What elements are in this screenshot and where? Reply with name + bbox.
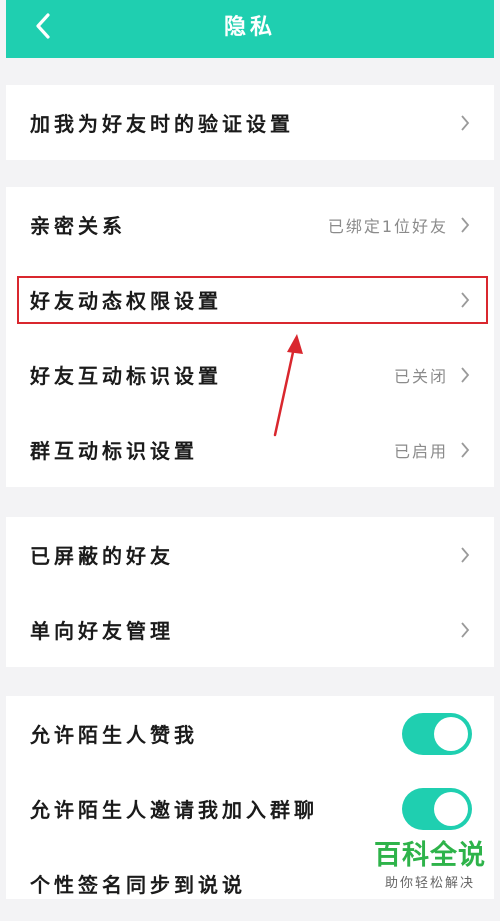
settings-group-friends: 亲密关系 已绑定1位好友 好友动态权限设置 好友互动标识设置 已关闭 群互动标识…	[6, 187, 494, 487]
row-one-way-friends[interactable]: 单向好友管理	[6, 592, 494, 667]
settings-group-blocked: 已屏蔽的好友 单向好友管理	[6, 517, 494, 667]
watermark-subtitle: 助你轻松解决	[384, 876, 475, 891]
row-allow-stranger-likes: 允许陌生人赞我	[6, 696, 494, 771]
back-button[interactable]	[28, 11, 58, 41]
watermark-logo: 百科全说 助你轻松解决	[374, 833, 486, 891]
row-friend-verification[interactable]: 加我为好友时的验证设置	[6, 85, 494, 160]
chevron-right-icon	[458, 113, 472, 133]
row-label: 个性签名同步到说说	[30, 873, 246, 897]
row-value: 已启用	[393, 441, 448, 461]
watermark-title: 百科全说	[374, 840, 486, 871]
row-label: 允许陌生人邀请我加入群聊	[30, 798, 318, 822]
row-friend-feed-permissions[interactable]: 好友动态权限设置	[6, 262, 494, 337]
row-value: 已绑定1位好友	[327, 216, 448, 236]
row-group-interaction-badge[interactable]: 群互动标识设置 已启用	[6, 412, 494, 487]
chevron-right-icon	[458, 620, 472, 640]
page-title: 隐私	[223, 15, 276, 40]
row-value: 已关闭	[393, 366, 448, 386]
chevron-left-icon	[36, 13, 50, 39]
row-blocked-friends[interactable]: 已屏蔽的好友	[6, 517, 494, 592]
row-label: 亲密关系	[30, 214, 126, 238]
row-intimate-relationship[interactable]: 亲密关系 已绑定1位好友	[6, 187, 494, 262]
row-label: 允许陌生人赞我	[30, 723, 198, 747]
row-label: 已屏蔽的好友	[30, 544, 174, 568]
toggle-knob	[434, 791, 468, 826]
row-label: 好友互动标识设置	[30, 364, 222, 388]
row-label: 好友动态权限设置	[30, 289, 222, 313]
chevron-right-icon	[458, 215, 472, 235]
chevron-right-icon	[458, 440, 472, 460]
chevron-right-icon	[458, 545, 472, 565]
chevron-right-icon	[458, 365, 472, 385]
settings-group-verification: 加我为好友时的验证设置	[6, 85, 494, 160]
row-label: 单向好友管理	[30, 619, 174, 643]
row-label: 加我为好友时的验证设置	[30, 112, 294, 136]
chevron-right-icon	[458, 290, 472, 310]
toggle-knob	[434, 716, 468, 751]
stranger-invites-toggle[interactable]	[402, 787, 472, 830]
top-bar: 隐私	[6, 0, 494, 58]
row-label: 群互动标识设置	[30, 439, 198, 463]
row-friend-interaction-badge[interactable]: 好友互动标识设置 已关闭	[6, 337, 494, 412]
stranger-likes-toggle[interactable]	[402, 712, 472, 755]
